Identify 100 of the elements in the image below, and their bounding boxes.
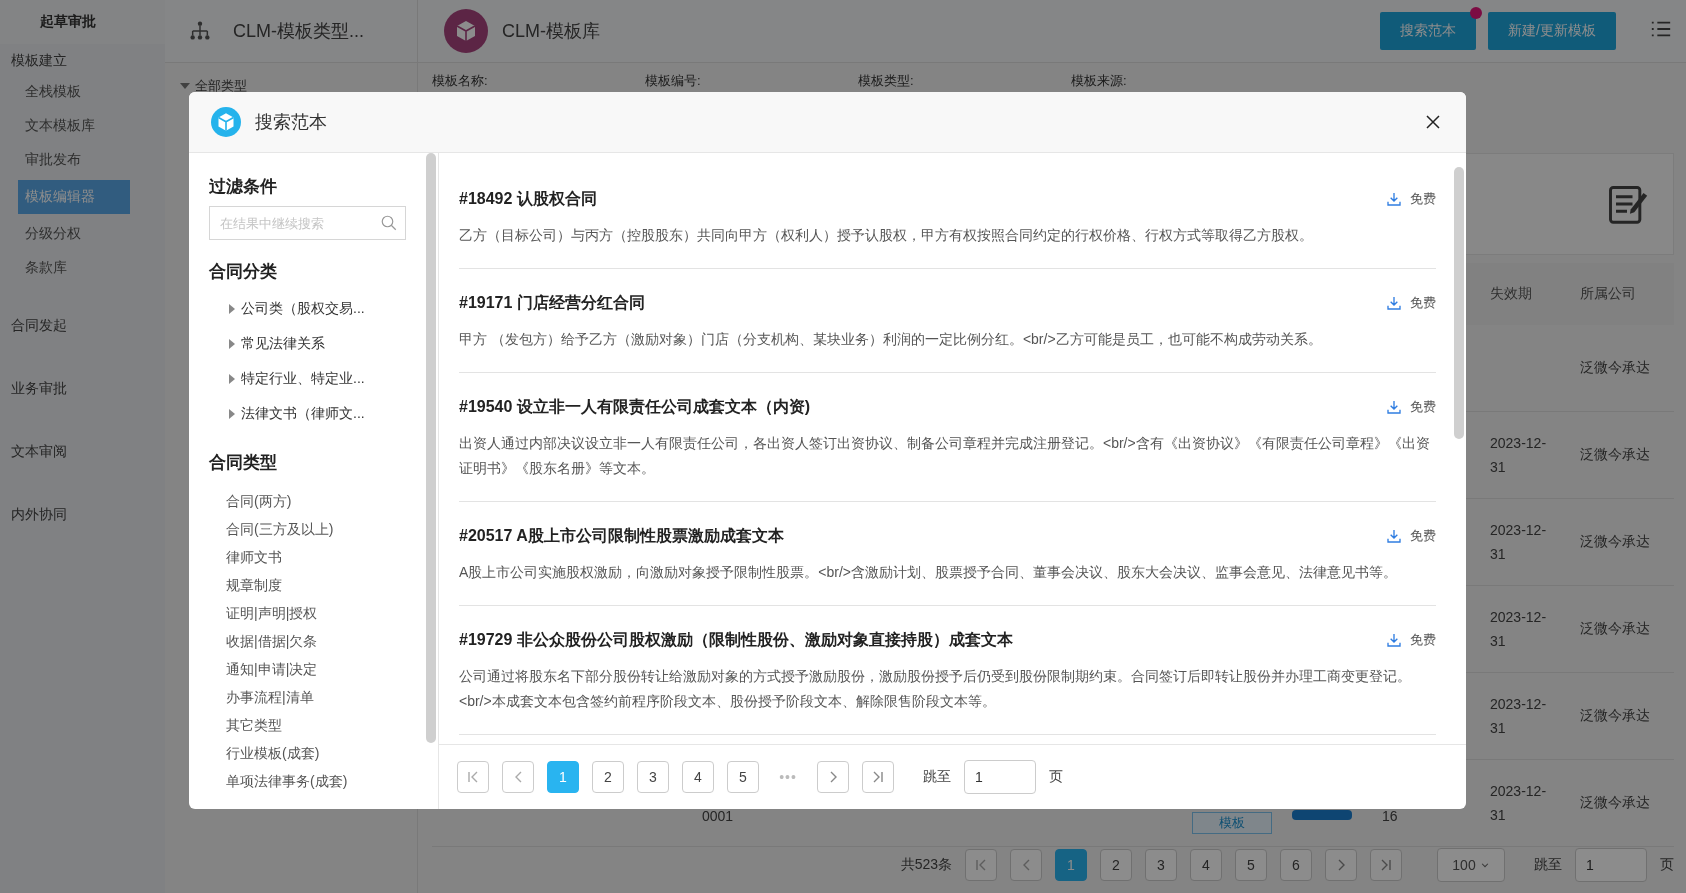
chevron-down-icon: [1479, 860, 1490, 870]
last-page-button[interactable]: [862, 761, 894, 793]
search-icon: [380, 214, 398, 232]
page-button[interactable]: 4: [1190, 849, 1222, 881]
table-cell: 0001: [702, 808, 734, 824]
category-item[interactable]: 公司类（股权交易...: [209, 291, 438, 326]
nav-group[interactable]: 业务审批: [0, 372, 165, 406]
category-item[interactable]: 法律文书（律师文...: [209, 396, 438, 431]
result-title[interactable]: #19171 门店经营分红合同: [459, 291, 645, 315]
page-unit: 页: [1660, 856, 1674, 874]
previous-page-icon: [1022, 859, 1030, 871]
type-item[interactable]: 行业模板(成套): [209, 740, 438, 768]
page-input[interactable]: 1: [964, 760, 1036, 794]
ellipsis: •••: [778, 769, 798, 785]
page-button[interactable]: 2: [1100, 849, 1132, 881]
next-page-icon: [1337, 859, 1345, 871]
next-page-button[interactable]: [817, 761, 849, 793]
table-cell-text: 泛微今承达: [1580, 707, 1651, 725]
close-icon: [1424, 113, 1442, 131]
category-item[interactable]: 常见法律关系: [209, 326, 438, 361]
cube-logo-icon: [211, 107, 241, 137]
type-item[interactable]: 收据|借据|欠条: [209, 628, 438, 656]
tab[interactable]: CLM-模板库: [418, 0, 600, 62]
total-count: 共523条: [900, 856, 952, 874]
result-description: A股上市公司实施股权激励，向激励对象授予限制性股票。<br/>含激励计划、股票授予合同、董事会决议、股东大会决议、监事会意见、法律意见书等。: [459, 563, 1399, 582]
next-page-icon: [829, 771, 837, 783]
section-heading: 过滤条件: [209, 176, 278, 198]
filter-label: 模板来源:: [1071, 72, 1128, 90]
table-cell: 16: [1382, 808, 1398, 824]
next-page-button[interactable]: [1325, 849, 1357, 881]
tree-root[interactable]: 全部类型: [179, 77, 403, 95]
download-icon: [1386, 528, 1402, 544]
scrollbar[interactable]: [426, 153, 436, 743]
download-link[interactable]: 免费: [1386, 527, 1436, 545]
first-page-button[interactable]: [457, 761, 489, 793]
nav-item[interactable]: 分级分权: [18, 220, 130, 248]
result-title[interactable]: #19540 设立非一人有限责任公司成套文本（内资): [459, 395, 811, 419]
page-input[interactable]: 1: [1575, 848, 1647, 882]
cube-icon: [454, 19, 478, 43]
scrollbar[interactable]: [1454, 167, 1464, 439]
previous-page-button[interactable]: [502, 761, 534, 793]
section-heading: 合同类型: [209, 452, 278, 474]
section-heading: 合同分类: [209, 261, 278, 283]
page-button[interactable]: 4: [682, 761, 714, 793]
nav-group[interactable]: 模板建立: [0, 44, 165, 78]
filter-label: 模板编号:: [645, 72, 702, 90]
result-description: 出资人通过内部决议设立非一人有限责任公司，各出资人签订出资协议、制备公司章程并完成注册登记。<br/>含有《出资协议》《有限责任公司章程》《出资证明书》《股东名册》等文本。: [459, 434, 1431, 478]
last-page-icon: [1381, 859, 1391, 871]
category-item[interactable]: 特定行业、特定业...: [209, 361, 438, 396]
type-item[interactable]: 合同(两方): [209, 488, 438, 516]
jump-label: 跳至: [1534, 856, 1562, 874]
page-button[interactable]: 5: [727, 761, 759, 793]
page-button[interactable]: 2: [592, 761, 624, 793]
type-item[interactable]: 证明|声明|授权: [209, 600, 438, 628]
result-title[interactable]: #20517 A股上市公司限制性股票激励成套文本: [459, 524, 784, 548]
type-item[interactable]: 其它类型: [209, 712, 438, 740]
filter-label: 模板名称:: [432, 72, 489, 90]
table-cell-text: 2023-12-31: [1490, 782, 1548, 825]
result-title[interactable]: #18492 认股权合同: [459, 187, 597, 211]
nav-item[interactable]: 条款库: [18, 254, 130, 282]
download-link[interactable]: 免费: [1386, 294, 1436, 312]
page-button[interactable]: 3: [637, 761, 669, 793]
page-button[interactable]: 6: [1280, 849, 1312, 881]
nav-item[interactable]: 全栈模板: [18, 78, 130, 106]
table-cell-text: 泛微今承达: [1580, 533, 1651, 551]
page-button[interactable]: 5: [1235, 849, 1267, 881]
table-cell-text: 2023-12-31: [1490, 695, 1548, 738]
page-unit: 页: [1049, 768, 1063, 786]
table-cell-text: 泛微今承达: [1580, 446, 1651, 464]
type-item[interactable]: 通知|申请|决定: [209, 656, 438, 684]
table-cell-text: 2023-12-31: [1490, 434, 1548, 477]
column-header: 所属公司: [1580, 285, 1637, 303]
first-page-button[interactable]: [965, 849, 997, 881]
nav-item[interactable]: 审批发布: [18, 146, 130, 174]
download-icon: [1386, 295, 1402, 311]
type-item[interactable]: 律师文书: [209, 544, 438, 572]
type-item[interactable]: 合同(三方及以上): [209, 516, 438, 544]
nav-item[interactable]: 文本模板库: [18, 112, 130, 140]
result-title[interactable]: #19729 非公众股份公司股权激励（限制性股份、激励对象直接持股）成套文本: [459, 628, 1013, 652]
nav-group[interactable]: 内外协同: [0, 498, 165, 532]
table-cell-text: 泛微今承达: [1580, 620, 1651, 638]
download-link[interactable]: 免费: [1386, 190, 1436, 208]
filter-label: 模板类型:: [858, 72, 915, 90]
type-item[interactable]: 规章制度: [209, 572, 438, 600]
last-page-icon: [873, 771, 883, 783]
last-page-button[interactable]: [1370, 849, 1402, 881]
template-tag: 模板: [1192, 812, 1272, 834]
tab[interactable]: CLM-模板类型...: [165, 0, 418, 62]
nav-group[interactable]: 文本审阅: [0, 435, 165, 469]
type-item[interactable]: 单项法律事务(成套): [209, 768, 438, 796]
page-size-select[interactable]: 100: [1437, 848, 1505, 882]
previous-page-button[interactable]: [1010, 849, 1042, 881]
first-page-icon: [976, 859, 986, 871]
download-link[interactable]: 免费: [1386, 631, 1436, 649]
page-button[interactable]: 3: [1145, 849, 1177, 881]
type-item[interactable]: 办事流程|清单: [209, 684, 438, 712]
download-link[interactable]: 免费: [1386, 398, 1436, 416]
previous-page-icon: [514, 771, 522, 783]
nav-group[interactable]: 合同发起: [0, 309, 165, 343]
jump-label: 跳至: [923, 768, 951, 786]
